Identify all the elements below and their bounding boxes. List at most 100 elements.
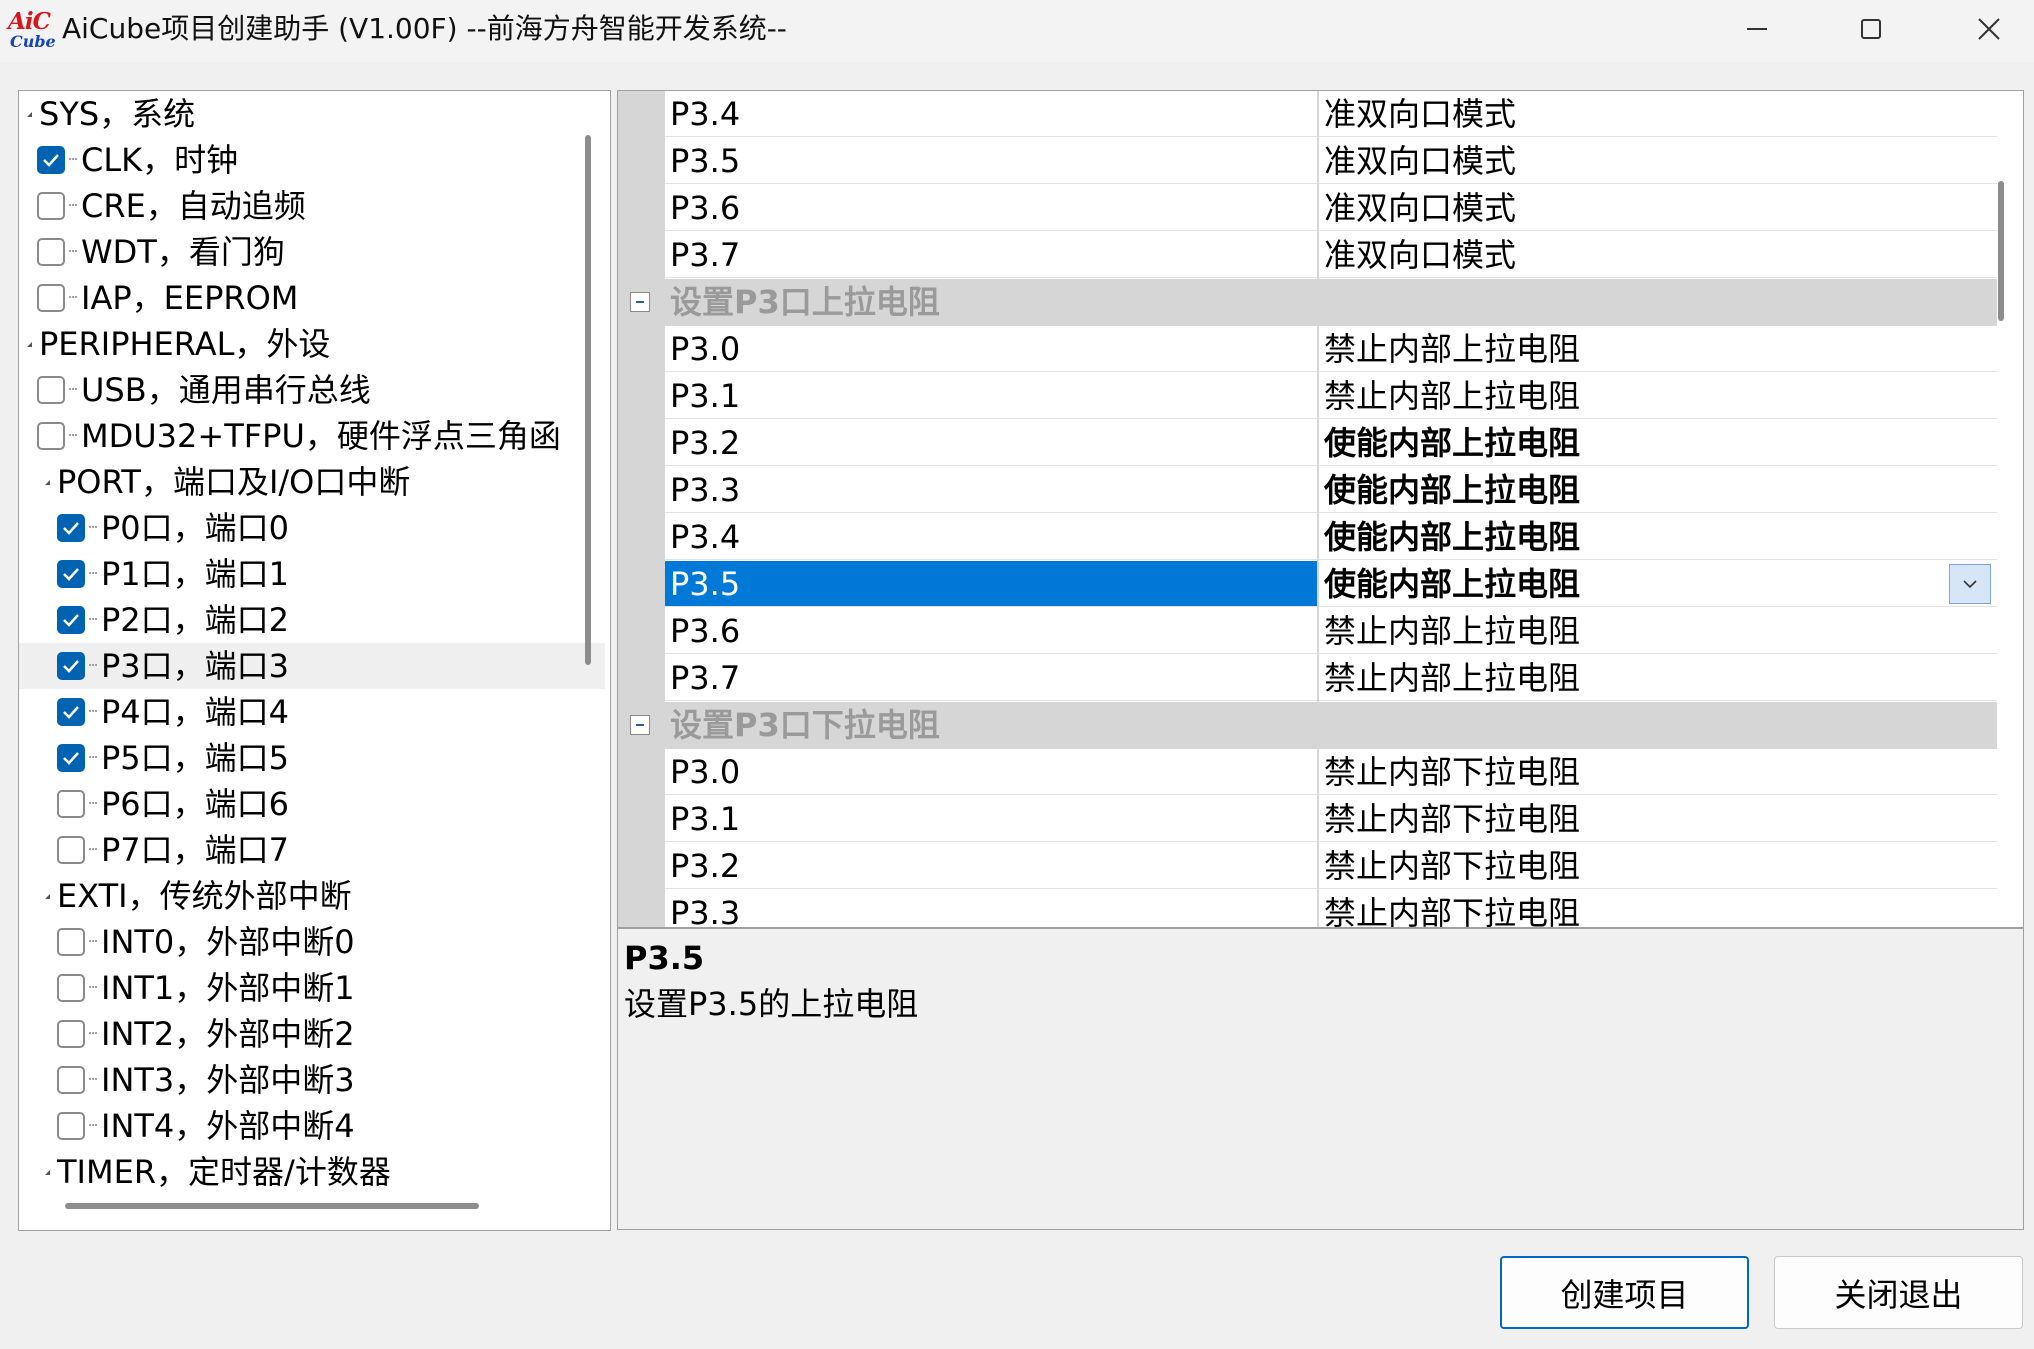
tree-item[interactable]: P6口，端口6 (19, 781, 605, 827)
unchecked-checkbox[interactable] (57, 836, 85, 864)
grid-category-header[interactable]: 设置P3口上拉电阻 (618, 279, 1997, 326)
property-value[interactable]: 准双向口模式 (1319, 232, 1997, 278)
unchecked-checkbox[interactable] (57, 1112, 85, 1140)
property-name[interactable]: P3.4 (665, 91, 1317, 137)
property-name[interactable]: P3.0 (665, 326, 1317, 372)
checked-checkbox[interactable] (57, 652, 85, 680)
property-name[interactable]: P3.1 (665, 796, 1317, 842)
tree-item[interactable]: P7口，端口7 (19, 827, 605, 873)
unchecked-checkbox[interactable] (37, 422, 65, 450)
collapse-arrow-icon[interactable] (43, 1168, 51, 1176)
property-grid[interactable]: P3.4 准双向口模式 P3.5 准双向口模式 P3.6 准双向口模式 P3.7 准双向口模式… (617, 90, 2024, 928)
tree-horizontal-scrollbar[interactable] (65, 1203, 479, 1209)
property-row[interactable]: P3.7 准双向口模式 (665, 232, 1997, 279)
property-name[interactable]: P3.3 (665, 890, 1317, 927)
tree-item[interactable]: INT2，外部中断2 (19, 1011, 605, 1057)
property-value[interactable]: 准双向口模式 (1319, 185, 1997, 231)
collapse-minus-icon[interactable] (630, 715, 650, 735)
minimize-button[interactable] (1700, 0, 1814, 58)
property-row[interactable]: P3.1 禁止内部下拉电阻 (665, 796, 1997, 843)
property-row[interactable]: P3.5 准双向口模式 (665, 138, 1997, 185)
unchecked-checkbox[interactable] (37, 238, 65, 266)
checked-checkbox[interactable] (57, 514, 85, 542)
tree-item[interactable]: WDT，看门狗 (19, 229, 585, 275)
tree-group[interactable]: PERIPHERAL，外设 (19, 321, 573, 367)
property-value[interactable]: 禁止内部上拉电阻 (1319, 373, 1997, 419)
property-value[interactable]: 禁止内部下拉电阻 (1319, 749, 1997, 795)
unchecked-checkbox[interactable] (57, 928, 85, 956)
unchecked-checkbox[interactable] (37, 192, 65, 220)
tree-item[interactable]: IAP，EEPROM (19, 275, 585, 321)
grid-vertical-scrollbar[interactable] (1998, 181, 2004, 321)
tree-item[interactable]: CRE，自动追频 (19, 183, 585, 229)
tree-item[interactable]: P5口，端口5 (19, 735, 605, 781)
unchecked-checkbox[interactable] (37, 284, 65, 312)
tree-item[interactable]: P1口，端口1 (19, 551, 605, 597)
unchecked-checkbox[interactable] (57, 1020, 85, 1048)
tree-item[interactable]: CLK，时钟 (19, 137, 585, 183)
tree-vertical-scrollbar[interactable] (585, 135, 591, 665)
create-project-button[interactable]: 创建项目 (1500, 1256, 1749, 1329)
maximize-button[interactable] (1814, 0, 1928, 58)
property-name[interactable]: P3.0 (665, 749, 1317, 795)
tree-item[interactable]: P0口，端口0 (19, 505, 605, 551)
property-row[interactable]: P3.0 禁止内部上拉电阻 (665, 326, 1997, 373)
collapse-minus-icon[interactable] (630, 292, 650, 312)
tree-item[interactable]: INT1，外部中断1 (19, 965, 605, 1011)
tree-group[interactable]: TIMER，定时器/计数器 (19, 1149, 591, 1195)
property-row[interactable]: P3.6 准双向口模式 (665, 185, 1997, 232)
property-value[interactable]: 禁止内部上拉电阻 (1319, 655, 1997, 701)
tree-item[interactable]: MDU32+TFPU，硬件浮点三角函 (19, 413, 585, 459)
tree-item[interactable]: USB，通用串行总线 (19, 367, 585, 413)
property-name[interactable]: P3.2 (665, 843, 1317, 889)
collapse-arrow-icon[interactable] (25, 340, 33, 348)
tree-item[interactable]: INT4，外部中断4 (19, 1103, 605, 1149)
grid-category-header[interactable]: 设置P3口下拉电阻 (618, 702, 1997, 749)
tree-item[interactable]: P2口，端口2 (19, 597, 605, 643)
property-name[interactable]: P3.7 (665, 655, 1317, 701)
property-row[interactable]: P3.3 使能内部上拉电阻 (665, 467, 1997, 514)
property-value[interactable]: 禁止内部下拉电阻 (1319, 796, 1997, 842)
tree-group[interactable]: EXTI，传统外部中断 (19, 873, 591, 919)
property-value[interactable]: 禁止内部上拉电阻 (1319, 326, 1997, 372)
title-bar[interactable]: AiC Cube AiCube项目创建助手 (V1.00F) --前海方舟智能开… (0, 0, 2034, 62)
close-exit-button[interactable]: 关闭退出 (1774, 1256, 2023, 1329)
unchecked-checkbox[interactable] (57, 790, 85, 818)
property-name[interactable]: P3.7 (665, 232, 1317, 278)
unchecked-checkbox[interactable] (57, 1066, 85, 1094)
property-row[interactable]: P3.4 使能内部上拉电阻 (665, 514, 1997, 561)
tree-item[interactable]: P4口，端口4 (19, 689, 605, 735)
property-value[interactable]: 使能内部上拉电阻 (1319, 561, 1997, 607)
property-row[interactable]: P3.6 禁止内部上拉电阻 (665, 608, 1997, 655)
tree-item[interactable]: INT0，外部中断0 (19, 919, 605, 965)
unchecked-checkbox[interactable] (37, 376, 65, 404)
property-value[interactable]: 使能内部上拉电阻 (1319, 420, 1997, 466)
checked-checkbox[interactable] (57, 606, 85, 634)
unchecked-checkbox[interactable] (57, 974, 85, 1002)
checked-checkbox[interactable] (57, 560, 85, 588)
property-value[interactable]: 禁止内部下拉电阻 (1319, 890, 1997, 927)
property-row[interactable]: P3.7 禁止内部上拉电阻 (665, 655, 1997, 702)
property-row[interactable]: P3.5 使能内部上拉电阻 (665, 561, 1997, 608)
property-value[interactable]: 使能内部上拉电阻 (1319, 514, 1997, 560)
property-row[interactable]: P3.4 准双向口模式 (665, 91, 1997, 138)
property-name[interactable]: P3.1 (665, 373, 1317, 419)
collapse-arrow-icon[interactable] (43, 478, 51, 486)
checked-checkbox[interactable] (57, 698, 85, 726)
property-name[interactable]: P3.2 (665, 420, 1317, 466)
tree-item[interactable]: P3口，端口3 (19, 643, 605, 689)
collapse-arrow-icon[interactable] (25, 110, 33, 118)
tree-group[interactable]: SYS，系统 (19, 91, 573, 137)
property-value[interactable]: 准双向口模式 (1319, 91, 1997, 137)
checked-checkbox[interactable] (37, 146, 65, 174)
value-dropdown-button[interactable] (1949, 564, 1991, 604)
property-row[interactable]: P3.2 使能内部上拉电阻 (665, 420, 1997, 467)
property-name[interactable]: P3.4 (665, 514, 1317, 560)
property-row[interactable]: P3.0 禁止内部下拉电阻 (665, 749, 1997, 796)
checked-checkbox[interactable] (57, 744, 85, 772)
property-name[interactable]: P3.3 (665, 467, 1317, 513)
property-value[interactable]: 禁止内部下拉电阻 (1319, 843, 1997, 889)
tree-item[interactable]: INT3，外部中断3 (19, 1057, 605, 1103)
collapse-arrow-icon[interactable] (43, 892, 51, 900)
close-button[interactable] (1932, 0, 2034, 58)
